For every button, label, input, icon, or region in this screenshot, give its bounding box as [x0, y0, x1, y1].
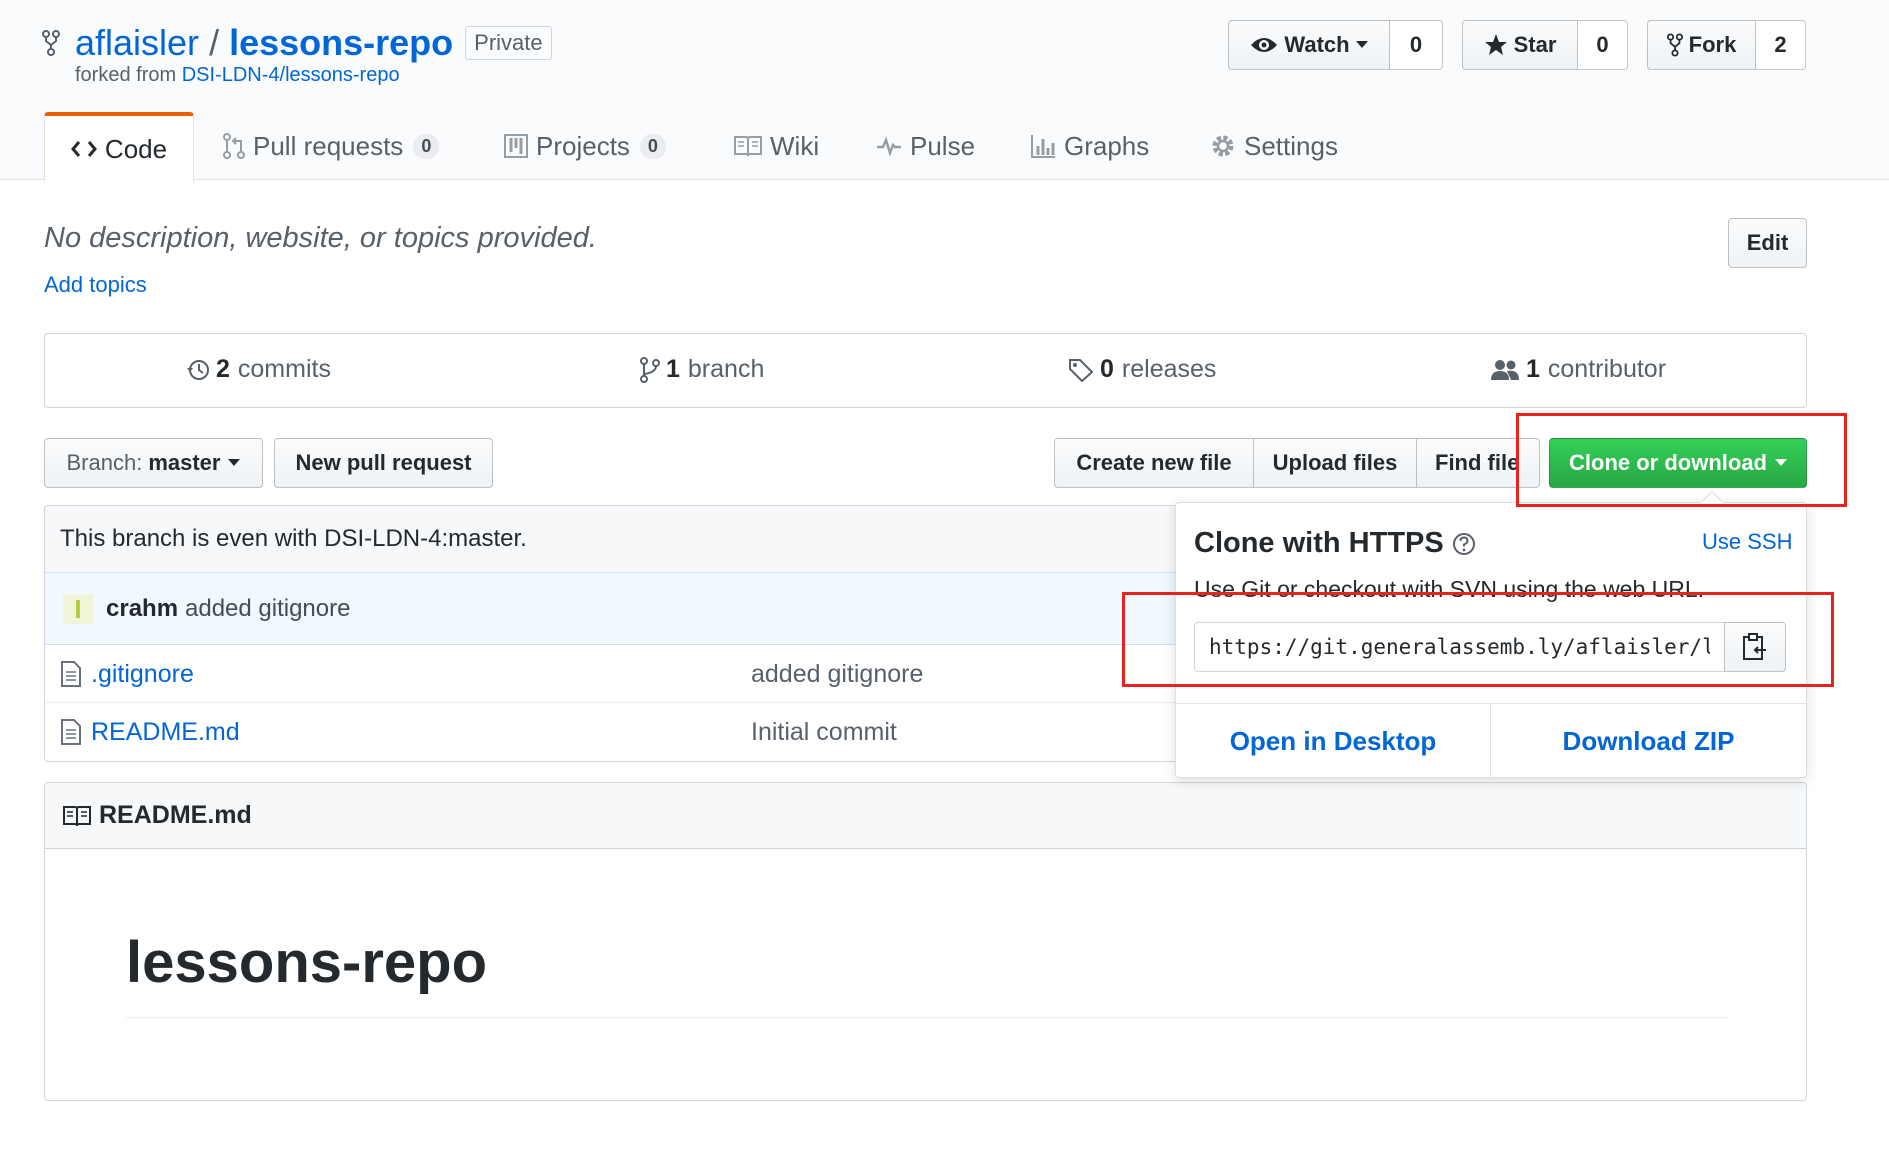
- commits-summary[interactable]: 2 commits: [186, 355, 331, 384]
- tab-projects[interactable]: Projects 0: [504, 112, 666, 180]
- tab-code[interactable]: Code: [44, 112, 194, 182]
- git-pull-request-icon: [223, 133, 253, 159]
- open-in-desktop-button[interactable]: Open in Desktop: [1176, 704, 1491, 778]
- tab-settings[interactable]: Settings: [1210, 112, 1338, 180]
- branch-select-name: master: [148, 450, 221, 475]
- commits-label: commits: [237, 355, 331, 383]
- tab-projects-label: Projects: [536, 130, 630, 161]
- watch-label: Watch: [1284, 32, 1350, 57]
- history-icon: [186, 358, 216, 382]
- branch-select-prefix: Branch:: [66, 450, 143, 475]
- star-button[interactable]: Star: [1462, 20, 1578, 70]
- organization-icon: [1490, 358, 1526, 382]
- code-icon: [70, 139, 105, 159]
- star-label: Star: [1513, 32, 1557, 57]
- readme-box: README.md lessons-repo: [44, 782, 1807, 1101]
- gear-icon: [1210, 133, 1244, 159]
- branch-summary[interactable]: 1 branch: [640, 355, 764, 384]
- annotation-highlight-clone-button: [1516, 413, 1847, 507]
- download-zip-button[interactable]: Download ZIP: [1491, 704, 1806, 778]
- tab-pulse[interactable]: Pulse: [876, 112, 975, 180]
- question-icon[interactable]: [1452, 532, 1476, 556]
- tag-icon: [1068, 358, 1100, 382]
- releases-label: releases: [1121, 355, 1217, 383]
- annotation-highlight-clone-url: [1122, 592, 1834, 687]
- caret-down-icon: [228, 459, 241, 467]
- repo-owner-link[interactable]: aflaisler: [75, 22, 199, 64]
- tab-wiki[interactable]: Wiki: [734, 112, 819, 180]
- find-file-label: Find file: [1435, 450, 1520, 475]
- fork-count[interactable]: 2: [1756, 20, 1806, 70]
- branch-label: branch: [687, 355, 765, 383]
- repo-path-separator: /: [209, 22, 220, 63]
- eye-icon: [1250, 35, 1278, 55]
- book-icon: [734, 135, 770, 157]
- file-name-link[interactable]: README.md: [91, 718, 240, 747]
- readme-header: README.md: [45, 783, 1806, 849]
- contributor-label: contributor: [1547, 355, 1667, 383]
- new-pull-request-button[interactable]: New pull request: [274, 438, 493, 488]
- readme-heading: lessons-repo: [126, 930, 487, 995]
- watch-button[interactable]: Watch: [1228, 20, 1390, 70]
- file-icon: [61, 719, 81, 745]
- readme-header-label: README.md: [99, 801, 252, 829]
- tab-wiki-label: Wiki: [770, 130, 820, 161]
- readme-heading-divider: [126, 1017, 1729, 1018]
- pulse-icon: [876, 136, 910, 156]
- tab-pull-requests[interactable]: Pull requests 0: [223, 112, 440, 180]
- edit-button[interactable]: Edit: [1728, 218, 1807, 268]
- commits-count: 2: [216, 355, 230, 383]
- tab-pull-requests-label: Pull requests: [253, 130, 404, 161]
- projects-count: 0: [639, 133, 666, 159]
- forked-source-link[interactable]: DSI-LDN-4/lessons-repo: [182, 64, 400, 86]
- commit-author-avatar: I: [63, 594, 93, 624]
- contributor-count: 1: [1526, 355, 1540, 383]
- graph-icon: [1030, 134, 1064, 158]
- releases-count: 0: [1100, 355, 1114, 383]
- file-name-link[interactable]: .gitignore: [91, 660, 194, 689]
- file-commit-message-link[interactable]: added gitignore: [751, 660, 923, 689]
- tab-pulse-label: Pulse: [910, 130, 976, 161]
- branch-select-button[interactable]: Branch: master: [44, 438, 263, 488]
- file-commit-message-link[interactable]: Initial commit: [751, 718, 897, 747]
- git-branch-icon: [640, 356, 666, 383]
- star-count[interactable]: 0: [1578, 20, 1628, 70]
- clone-popup-title: Clone with HTTPS: [1194, 527, 1444, 559]
- branch-status-text: This branch is even with DSI-LDN-4:maste…: [60, 525, 527, 552]
- tab-graphs[interactable]: Graphs: [1030, 112, 1149, 180]
- branch-count: 1: [666, 355, 680, 383]
- releases-summary[interactable]: 0 releases: [1068, 355, 1216, 384]
- project-icon: [504, 134, 536, 158]
- tab-graphs-label: Graphs: [1064, 130, 1150, 161]
- caret-down-icon: [1355, 41, 1368, 49]
- repo-forked-icon: [1666, 33, 1683, 57]
- repo-description: No description, website, or topics provi…: [44, 222, 597, 254]
- repo-forked-icon: [42, 30, 60, 56]
- fork-button[interactable]: Fork: [1647, 20, 1756, 70]
- private-label: Private: [465, 26, 552, 60]
- use-ssh-link[interactable]: Use SSH: [1702, 529, 1792, 555]
- repo-name-link[interactable]: lessons-repo: [229, 22, 453, 64]
- file-icon: [61, 661, 81, 687]
- pull-requests-count: 0: [413, 133, 440, 159]
- clone-popup-footer: Open in Desktop Download ZIP: [1176, 703, 1806, 778]
- watch-count[interactable]: 0: [1390, 20, 1443, 70]
- star-icon: [1484, 33, 1508, 57]
- forked-from-label: forked from: [75, 64, 177, 86]
- upload-files-button[interactable]: Upload files: [1253, 438, 1417, 488]
- tab-settings-label: Settings: [1244, 130, 1338, 161]
- commit-message-link[interactable]: added gitignore: [185, 595, 350, 623]
- fork-label: Fork: [1688, 32, 1737, 57]
- book-icon: [63, 805, 91, 827]
- create-new-file-button[interactable]: Create new file: [1054, 438, 1254, 488]
- add-topics-link[interactable]: Add topics: [44, 272, 147, 298]
- commit-author-link[interactable]: crahm: [106, 595, 178, 623]
- contributors-summary[interactable]: 1 contributor: [1490, 355, 1666, 384]
- tab-code-label: Code: [104, 133, 168, 164]
